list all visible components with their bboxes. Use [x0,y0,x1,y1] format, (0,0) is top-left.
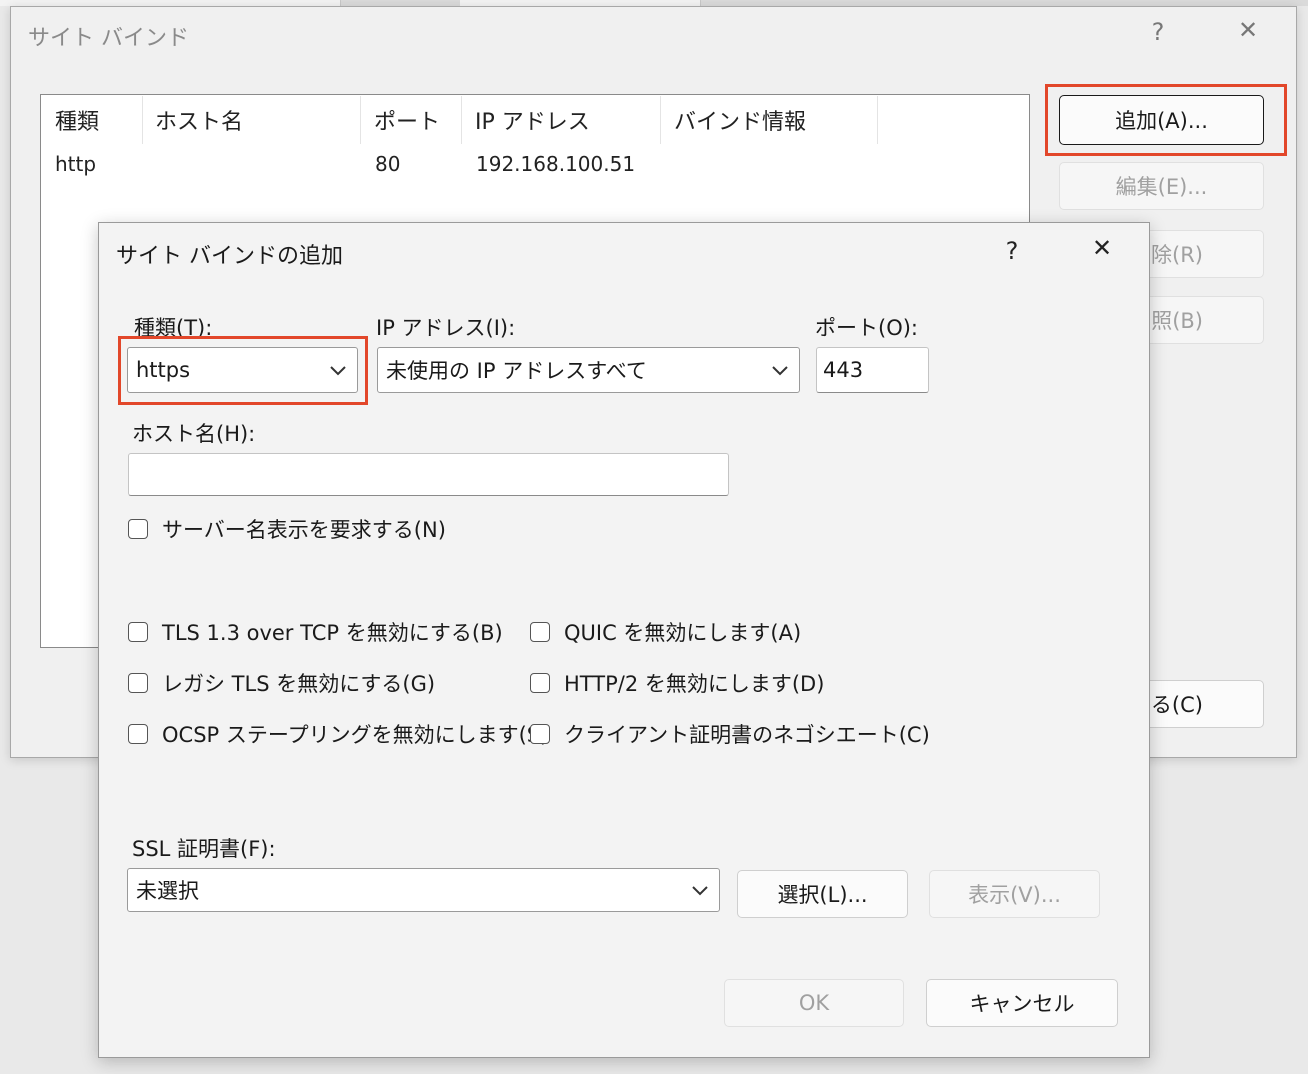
type-select-value: https [136,358,191,382]
ip-select-value: 未使用の IP アドレスすべて [386,359,647,383]
add-button[interactable]: 追加(A)... [1059,95,1264,145]
checkbox-box[interactable] [128,724,148,744]
close-icon[interactable]: ✕ [1082,234,1122,262]
disable-legacy-tls-label: レガシ TLS を無効にする(G) [162,672,436,696]
column-header-host[interactable]: ホスト名 [155,104,243,136]
column-separator [461,96,462,144]
add-binding-title: サイト バインドの追加 [116,244,343,269]
disable-tls13-checkbox[interactable]: TLS 1.3 over TCP を無効にする(B) [128,617,503,647]
chevron-down-icon [692,886,708,896]
checkbox-box[interactable] [530,673,550,693]
site-bindings-title: サイト バインド [28,26,189,51]
sni-checkbox[interactable]: サーバー名表示を要求する(N) [128,514,446,544]
negotiate-client-cert-checkbox[interactable]: クライアント証明書のネゴシエート(C) [530,719,930,749]
disable-http2-label: HTTP/2 を無効にします(D) [564,672,825,696]
ok-button[interactable]: OK [724,979,904,1027]
port-input[interactable]: 443 [816,347,929,393]
negotiate-client-cert-label: クライアント証明書のネゴシエート(C) [564,723,930,747]
ip-label: IP アドレス(I): [376,316,516,340]
edit-button[interactable]: 編集(E)... [1059,162,1264,210]
row-port-cell[interactable]: 80 [375,152,400,176]
close-icon[interactable]: ✕ [1228,16,1268,44]
disable-http2-checkbox[interactable]: HTTP/2 を無効にします(D) [530,668,824,698]
column-header-ip[interactable]: IP アドレス [475,104,590,136]
ssl-cert-select[interactable]: 未選択 [127,868,720,912]
column-separator [142,96,143,144]
ssl-cert-label: SSL 証明書(F): [132,837,276,861]
disable-quic-checkbox[interactable]: QUIC を無効にします(A) [530,617,801,647]
ip-select[interactable]: 未使用の IP アドレスすべて [377,347,800,393]
cancel-button[interactable]: キャンセル [926,979,1118,1027]
disable-tls13-label: TLS 1.3 over TCP を無効にする(B) [162,621,503,645]
disable-legacy-tls-checkbox[interactable]: レガシ TLS を無効にする(G) [128,668,435,698]
column-separator [660,96,661,144]
help-icon[interactable]: ? [992,237,1032,265]
disable-ocsp-label: OCSP ステープリングを無効にします(S) [162,723,549,747]
column-header-binding-info[interactable]: バインド情報 [674,104,806,136]
checkbox-box[interactable] [530,622,550,642]
ssl-cert-value: 未選択 [136,879,199,903]
disable-ocsp-checkbox[interactable]: OCSP ステープリングを無効にします(S) [128,719,548,749]
host-name-input[interactable] [128,453,729,496]
host-label: ホスト名(H): [132,422,256,446]
view-cert-button[interactable]: 表示(V)... [929,870,1100,918]
checkbox-box[interactable] [530,724,550,744]
row-ip-cell[interactable]: 192.168.100.51 [476,152,635,176]
checkbox-box[interactable] [128,673,148,693]
select-cert-button[interactable]: 選択(L)... [737,870,908,918]
checkbox-box[interactable] [128,519,148,539]
column-separator [877,96,878,144]
row-type-cell[interactable]: http [55,152,96,176]
disable-quic-label: QUIC を無効にします(A) [564,621,802,645]
checkbox-box[interactable] [128,622,148,642]
column-separator [360,96,361,144]
sni-label: サーバー名表示を要求する(N) [162,518,446,542]
type-select[interactable]: https [127,347,358,393]
help-icon[interactable]: ? [1138,18,1178,46]
chevron-down-icon [772,366,788,376]
chevron-down-icon [330,366,346,376]
column-header-port[interactable]: ポート [374,104,440,136]
port-label: ポート(O): [815,316,918,340]
column-header-type[interactable]: 種類 [55,104,99,136]
